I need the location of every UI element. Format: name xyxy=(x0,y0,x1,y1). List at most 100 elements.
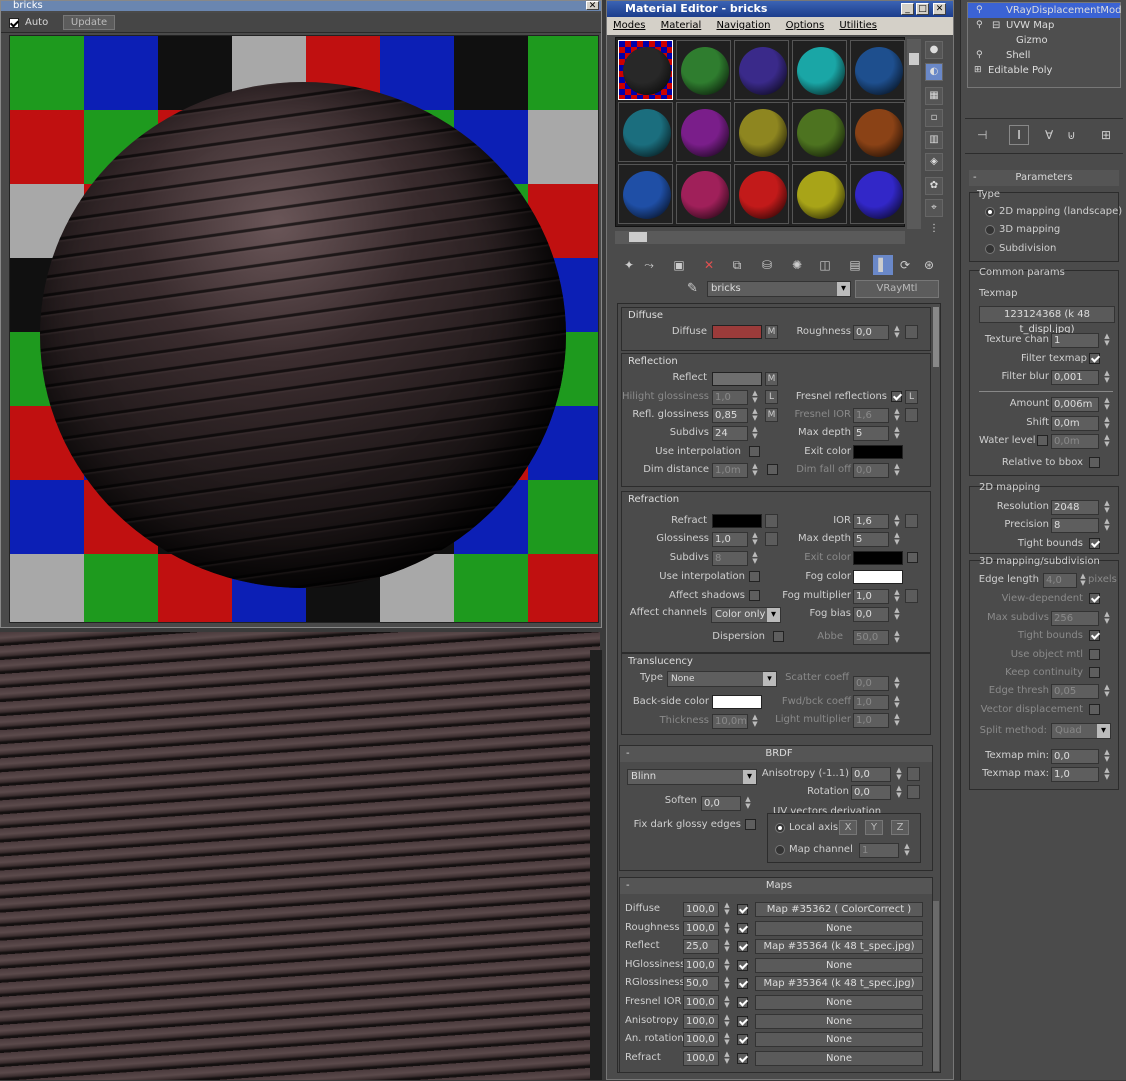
show-end-result-icon[interactable]: ▤ xyxy=(845,255,865,275)
max-subdivs-spinner[interactable]: ▲ ▼ xyxy=(1103,611,1111,626)
light-multiplier-value[interactable]: 1,0 xyxy=(853,713,889,728)
material-type-button[interactable]: VRayMtl xyxy=(855,280,939,298)
map-row-enable-checkbox[interactable] xyxy=(737,1015,748,1027)
map-row-spinner[interactable]: ▲ ▼ xyxy=(723,939,731,954)
stack-item[interactable]: Gizmo xyxy=(968,33,1120,48)
texmap-min-value[interactable]: 0,0 xyxy=(1051,749,1099,764)
refr-max-depth-spinner[interactable]: ▲ ▼ xyxy=(893,532,901,547)
map-row-button[interactable]: None xyxy=(755,1032,923,1048)
map-row-spinner[interactable]: ▲ ▼ xyxy=(723,1032,731,1047)
soften-value[interactable]: 0,0 xyxy=(701,796,741,811)
material-slot[interactable] xyxy=(676,40,731,100)
water-level-spinner[interactable]: ▲ ▼ xyxy=(1103,434,1111,449)
map-row-button[interactable]: None xyxy=(755,920,923,936)
fix-dark-edges-checkbox[interactable] xyxy=(745,819,756,830)
map-channel-spinner[interactable]: ▲ ▼ xyxy=(903,843,911,858)
menu-material[interactable]: Material xyxy=(661,20,702,31)
navigator-icon[interactable]: ⋮ xyxy=(925,221,943,239)
dim-distance-value[interactable]: 1,0m xyxy=(712,463,748,478)
options-icon[interactable]: ✿ xyxy=(925,177,943,195)
show-end-result-icon[interactable]: I xyxy=(1009,125,1029,145)
refl-subdivs-spinner[interactable]: ▲ ▼ xyxy=(751,426,759,441)
backlight-icon[interactable]: ◐ xyxy=(925,63,943,81)
put-to-scene-icon[interactable]: ⤳ xyxy=(639,255,659,275)
max-subdivs-value[interactable]: 256 xyxy=(1051,611,1099,626)
texmap-max-spinner[interactable]: ▲ ▼ xyxy=(1103,767,1111,782)
light-bulb-icon[interactable]: ⚲ xyxy=(976,18,983,33)
anisotropy-value[interactable]: 0,0 xyxy=(851,767,891,782)
water-level-checkbox[interactable] xyxy=(1037,435,1048,446)
fwd-bck-coeff-value[interactable]: 1,0 xyxy=(853,695,889,710)
make-unique-icon[interactable]: ∀ xyxy=(1045,128,1053,142)
material-slot[interactable] xyxy=(676,102,731,162)
edge-thresh-spinner[interactable]: ▲ ▼ xyxy=(1103,684,1111,699)
vector-displacement-checkbox[interactable] xyxy=(1089,704,1100,715)
map-row-enable-checkbox[interactable] xyxy=(737,959,748,971)
hilight-lock-button[interactable]: L xyxy=(765,390,778,404)
resolution-spinner[interactable]: ▲ ▼ xyxy=(1103,500,1111,515)
menu-modes[interactable]: Modes xyxy=(613,20,645,31)
map-row-button[interactable]: None xyxy=(755,995,923,1010)
maps-header[interactable]: - Maps xyxy=(620,878,932,894)
refl-subdivs-value[interactable]: 24 xyxy=(712,426,748,441)
remove-modifier-icon[interactable]: ⊍ xyxy=(1067,128,1076,142)
eyedropper-icon[interactable]: ✎ xyxy=(687,281,698,296)
map-row-enable-checkbox[interactable] xyxy=(737,941,748,953)
stack-item[interactable]: ⊞ Editable Poly xyxy=(968,63,1120,78)
refr-max-depth-value[interactable]: 5 xyxy=(853,532,889,547)
refr-subdivs-spinner[interactable]: ▲ ▼ xyxy=(751,551,759,566)
material-id-icon[interactable]: ✺ xyxy=(787,255,807,275)
resolution-value[interactable]: 2048 xyxy=(1051,500,1099,515)
map-channel-radio[interactable] xyxy=(775,845,785,855)
material-slot[interactable] xyxy=(734,164,789,224)
map-row-amount[interactable]: 100,0 xyxy=(683,957,719,973)
scatter-coeff-value[interactable]: 0,0 xyxy=(853,676,889,691)
map-row-amount[interactable]: 50,0 xyxy=(683,976,719,992)
type-subdiv-radio[interactable] xyxy=(985,244,995,254)
close-icon[interactable]: ✕ xyxy=(586,1,599,11)
refl-max-depth-value[interactable]: 5 xyxy=(853,426,889,441)
parameters-header[interactable]: - Parameters xyxy=(969,170,1119,186)
refl-use-interp-checkbox[interactable] xyxy=(749,446,760,457)
relative-bbox-checkbox[interactable] xyxy=(1089,457,1100,468)
map-row-amount[interactable]: 100,0 xyxy=(683,1050,719,1066)
filter-blur-value[interactable]: 0,001 xyxy=(1051,370,1099,385)
expand-icon[interactable]: ⊞ xyxy=(974,63,982,78)
map-row-enable-checkbox[interactable] xyxy=(737,922,748,934)
map-row-spinner[interactable]: ▲ ▼ xyxy=(723,995,731,1010)
background-icon[interactable]: ▦ xyxy=(925,87,943,105)
fwd-bck-spinner[interactable]: ▲ ▼ xyxy=(893,695,901,710)
ior-map-button[interactable] xyxy=(905,514,918,528)
update-button[interactable]: Update xyxy=(63,15,115,30)
fresnel-lock-button[interactable]: L xyxy=(905,390,918,404)
map-row-amount[interactable]: 100,0 xyxy=(683,920,719,936)
reset-map-icon[interactable]: ✕ xyxy=(699,255,719,275)
material-name-field[interactable]: bricks xyxy=(707,281,851,297)
roughness-map-button[interactable] xyxy=(905,325,918,339)
tiling-icon[interactable]: ▫ xyxy=(925,109,943,127)
affect-channels-dropdown[interactable]: Color only xyxy=(711,607,781,623)
sibling-icon[interactable]: ⊛ xyxy=(919,255,939,275)
show-map-icon[interactable]: ◫ xyxy=(815,255,835,275)
minimize-icon[interactable]: _ xyxy=(901,3,914,15)
maximize-icon[interactable]: □ xyxy=(916,3,929,15)
abbe-spinner[interactable]: ▲ ▼ xyxy=(893,630,901,645)
precision-spinner[interactable]: ▲ ▼ xyxy=(1103,518,1111,533)
material-slot[interactable] xyxy=(734,40,789,100)
fog-multiplier-spinner[interactable]: ▲ ▼ xyxy=(893,589,901,604)
material-slot[interactable] xyxy=(792,164,847,224)
map-row-button[interactable]: None xyxy=(755,1050,923,1066)
refr-glossiness-spinner[interactable]: ▲ ▼ xyxy=(751,532,759,547)
go-to-parent-icon[interactable]: ▌ xyxy=(873,255,893,275)
roughness-spinner[interactable]: ▲ ▼ xyxy=(893,325,901,340)
go-forward-icon[interactable]: ⟳ xyxy=(895,255,915,275)
fog-bias-spinner[interactable]: ▲ ▼ xyxy=(893,607,901,622)
anisotropy-map-button[interactable] xyxy=(907,767,920,781)
get-material-icon[interactable]: ✦ xyxy=(619,255,639,275)
type-3d-radio[interactable] xyxy=(985,225,995,235)
roughness-value[interactable]: 0,0 xyxy=(853,325,889,340)
fog-multiplier-map-button[interactable] xyxy=(905,589,918,603)
map-row-button[interactable]: Map #35364 (k 48 t_spec.jpg) xyxy=(755,939,923,955)
map-row-amount[interactable]: 100,0 xyxy=(683,1013,719,1029)
amount-value[interactable]: 0,006m xyxy=(1051,397,1099,412)
